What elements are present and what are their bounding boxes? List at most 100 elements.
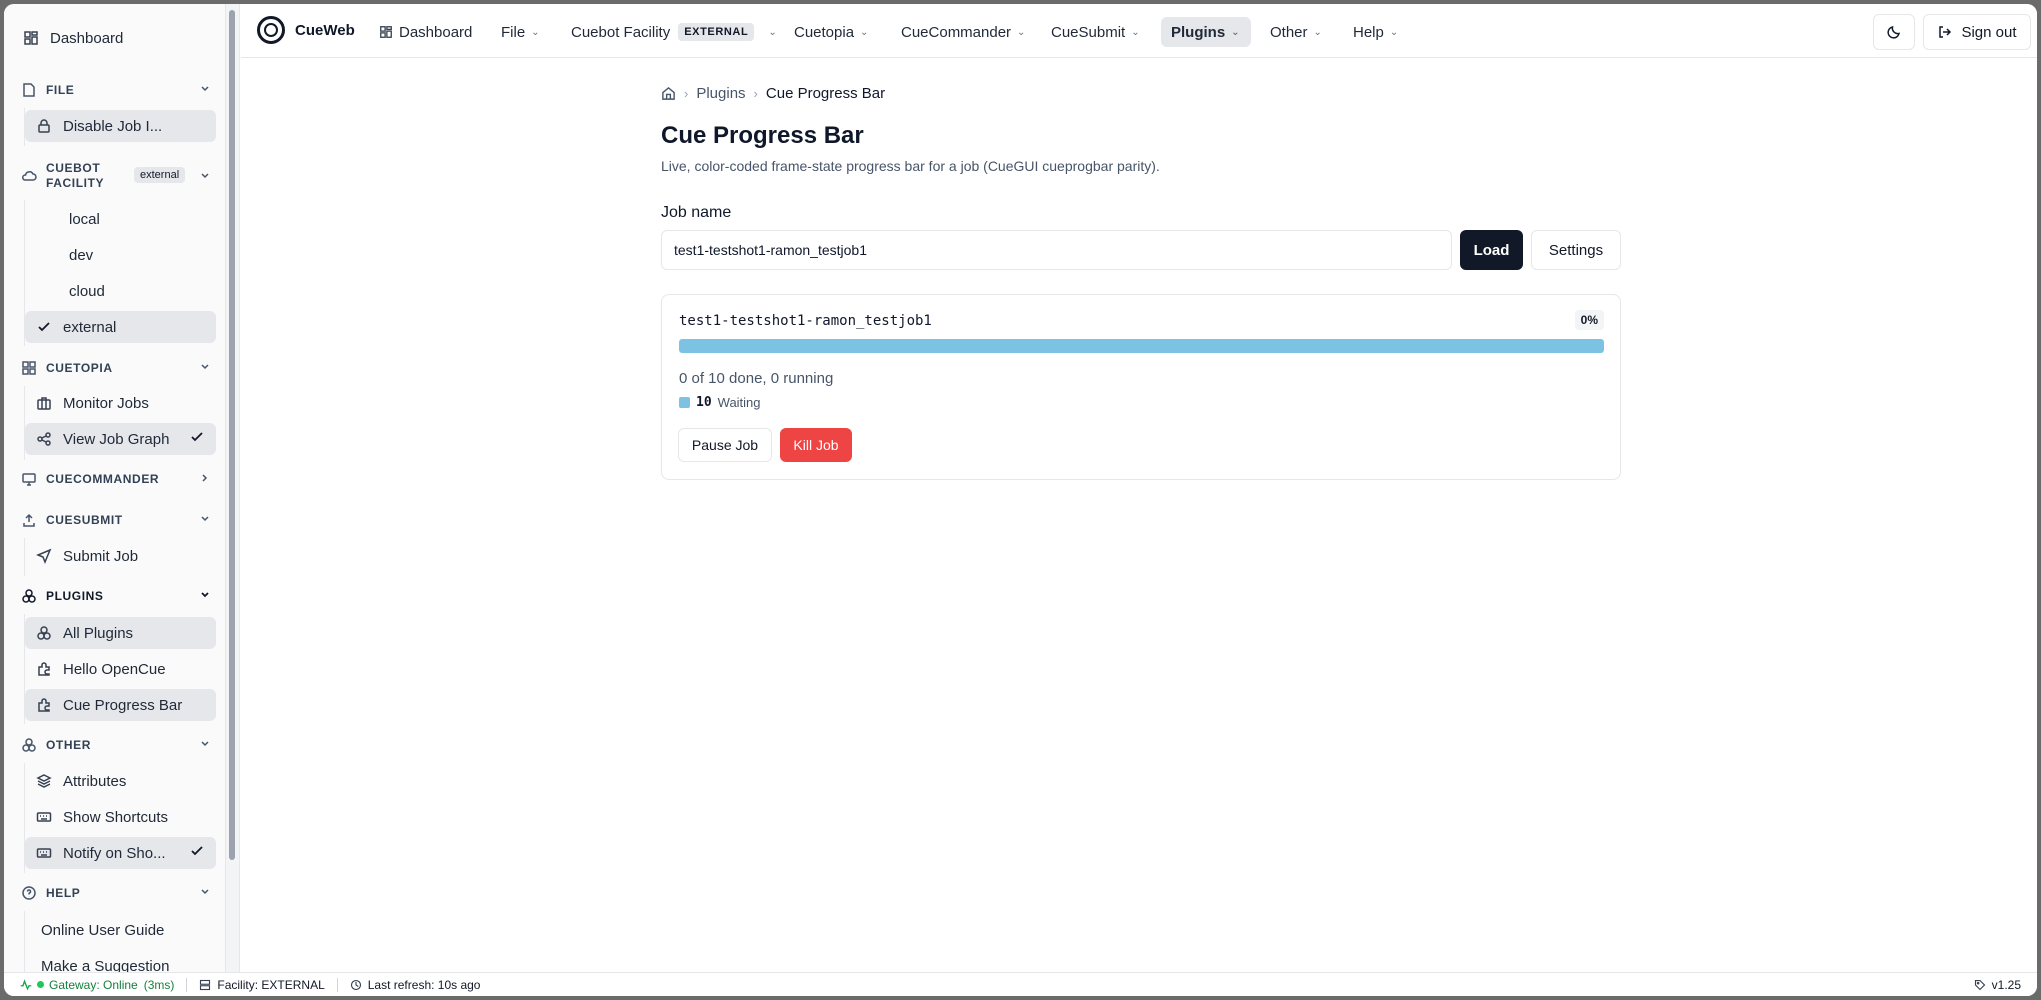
sidebar-item-label: cloud xyxy=(69,282,105,300)
chevron-right-icon xyxy=(198,471,212,485)
nav-label: Other xyxy=(1270,23,1308,41)
app-name: CueWeb xyxy=(295,21,355,39)
gateway-latency: (3ms) xyxy=(143,977,175,992)
sidebar-item-label: All Plugins xyxy=(63,624,134,642)
dashboard-icon xyxy=(379,25,393,39)
send-icon xyxy=(35,547,53,565)
nav-label: Help xyxy=(1353,23,1384,41)
sidebar-item-notify-on-shortcut[interactable]: Notify on Sho... xyxy=(25,837,216,869)
sidebar-item-submit-job[interactable]: Submit Job xyxy=(25,540,216,572)
nav-other[interactable]: Other ⌄ xyxy=(1260,17,1332,47)
sidebar-item-label: external xyxy=(63,318,117,336)
gateway-status[interactable]: Gateway: Online (3ms) xyxy=(20,978,174,992)
sign-out-button[interactable]: Sign out xyxy=(1923,14,2031,50)
nav-plugins[interactable]: Plugins ⌄ xyxy=(1161,17,1251,47)
sidebar-item-local[interactable]: local xyxy=(25,203,216,235)
nav-label: Cuebot Facility xyxy=(571,23,671,41)
nav-dashboard[interactable]: Dashboard xyxy=(369,17,482,47)
sidebar: Dashboard FILE Disable Job I... CUEBOT F… xyxy=(4,4,240,975)
upload-icon xyxy=(20,511,38,529)
sign-out-icon xyxy=(1937,24,1953,40)
section-cuesubmit[interactable]: CUESUBMIT xyxy=(20,506,212,534)
check-icon xyxy=(190,430,204,444)
load-button[interactable]: Load xyxy=(1460,230,1523,270)
sidebar-item-view-job-graph[interactable]: View Job Graph xyxy=(25,423,216,455)
waiting-swatch xyxy=(679,397,690,408)
puzzle-icon xyxy=(35,624,53,642)
divider xyxy=(186,977,188,992)
dashboard-icon xyxy=(22,29,40,47)
sidebar-scrollbar[interactable] xyxy=(229,10,235,860)
keyboard-icon xyxy=(35,808,53,826)
chevron-down-icon xyxy=(198,360,212,374)
sidebar-item-external[interactable]: external xyxy=(25,311,216,343)
sidebar-item-label: Show Shortcuts xyxy=(63,808,169,826)
page-description: Live, color-coded frame-state progress b… xyxy=(661,158,1160,174)
activity-icon xyxy=(20,978,32,991)
chevron-down-icon: ⌄ xyxy=(768,26,777,38)
main-content: › Plugins › Cue Progress Bar Cue Progres… xyxy=(241,59,2037,972)
sidebar-item-hello-opencue[interactable]: Hello OpenCue xyxy=(25,653,216,685)
sidebar-item-label: Disable Job I... xyxy=(63,117,163,135)
sidebar-item-attributes[interactable]: Attributes xyxy=(25,765,216,797)
sidebar-item-label: local xyxy=(69,210,100,228)
section-cuebot-facility[interactable]: CUEBOT FACILITY external xyxy=(20,158,212,194)
chevron-down-icon: ⌄ xyxy=(1231,26,1240,38)
section-title: PLUGINS xyxy=(46,589,104,603)
sidebar-item-dev[interactable]: dev xyxy=(25,239,216,271)
nav-help[interactable]: Help ⌄ xyxy=(1343,17,1408,47)
kill-job-button[interactable]: Kill Job xyxy=(780,428,852,462)
app-logo[interactable]: CueWeb xyxy=(257,16,355,44)
online-dot xyxy=(37,981,44,988)
section-cuecommander[interactable]: CUECOMMANDER xyxy=(20,465,212,493)
briefcase-icon xyxy=(35,394,53,412)
gateway-label: Gateway: Online xyxy=(49,977,138,992)
sidebar-item-label: View Job Graph xyxy=(63,430,170,448)
nav-label: Plugins xyxy=(1171,23,1226,41)
sidebar-item-cloud[interactable]: cloud xyxy=(25,275,216,307)
nav-label: Cuetopia xyxy=(794,23,855,41)
section-other[interactable]: OTHER xyxy=(20,731,212,759)
chevron-down-icon: ⌄ xyxy=(1131,26,1140,38)
file-icon xyxy=(20,81,38,99)
sidebar-item-online-user-guide[interactable]: Online User Guide xyxy=(25,914,216,946)
pause-job-button[interactable]: Pause Job xyxy=(678,428,772,462)
breadcrumb: › Plugins › Cue Progress Bar xyxy=(661,85,885,102)
sidebar-item-monitor-jobs[interactable]: Monitor Jobs xyxy=(25,387,216,419)
home-icon[interactable] xyxy=(661,86,676,101)
nav-cuecommander[interactable]: CueCommander ⌄ xyxy=(891,17,1035,47)
facility-badge: external xyxy=(134,167,186,183)
section-plugins[interactable]: PLUGINS xyxy=(20,582,212,610)
sidebar-item-dashboard[interactable]: Dashboard xyxy=(12,22,204,54)
job-progress-card: test1-testshot1-ramon_testjob1 0% 0 of 1… xyxy=(661,294,1621,480)
facility-status: Facility: EXTERNAL xyxy=(199,978,325,992)
sidebar-item-label: dev xyxy=(69,246,94,264)
section-title: FILE xyxy=(46,83,75,97)
nav-cuetopia[interactable]: Cuetopia ⌄ xyxy=(784,17,878,47)
nav-label: File xyxy=(501,23,526,41)
nav-cuesubmit[interactable]: CueSubmit ⌄ xyxy=(1041,17,1150,47)
sidebar-item-disable-job[interactable]: Disable Job I... xyxy=(25,110,216,142)
section-file[interactable]: FILE xyxy=(20,76,212,104)
nav-label: CueSubmit xyxy=(1051,23,1126,41)
sidebar-item-all-plugins[interactable]: All Plugins xyxy=(25,617,216,649)
sidebar-item-cue-progress-bar[interactable]: Cue Progress Bar xyxy=(25,689,216,721)
theme-toggle-button[interactable] xyxy=(1873,14,1915,50)
puzzle-icon xyxy=(20,587,38,605)
chevron-down-icon: ⌄ xyxy=(1313,26,1322,38)
refresh-label: Last refresh: 10s ago xyxy=(367,977,481,992)
section-help[interactable]: HELP xyxy=(20,879,212,907)
breadcrumb-plugins[interactable]: Plugins xyxy=(696,85,745,102)
section-cuetopia[interactable]: CUETOPIA xyxy=(20,354,212,382)
chevron-down-icon xyxy=(198,588,212,602)
chevron-down-icon xyxy=(198,737,212,751)
chevron-down-icon xyxy=(198,82,212,96)
breadcrumb-current: Cue Progress Bar xyxy=(765,85,886,102)
settings-button[interactable]: Settings xyxy=(1531,230,1621,270)
nav-file[interactable]: File ⌄ xyxy=(491,17,550,47)
nav-cuebot-facility[interactable]: Cuebot Facility EXTERNAL ⌄ xyxy=(561,17,787,47)
waiting-segment xyxy=(679,339,1604,353)
sidebar-item-show-shortcuts[interactable]: Show Shortcuts xyxy=(25,801,216,833)
job-name-input[interactable] xyxy=(661,230,1452,270)
divider xyxy=(336,977,338,992)
